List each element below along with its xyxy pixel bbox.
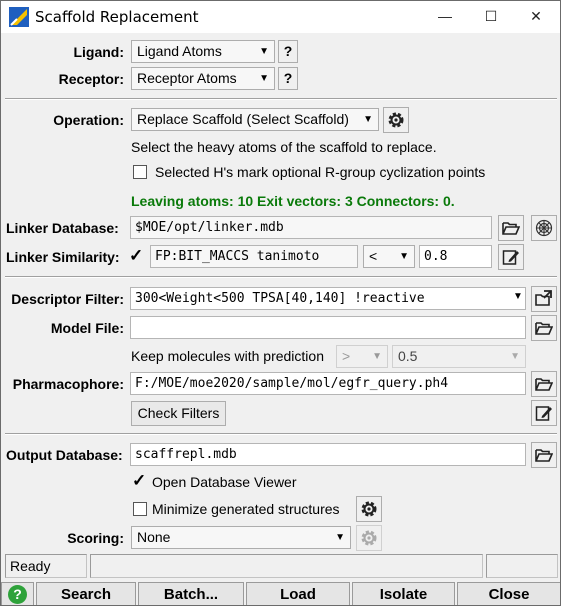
divider	[5, 98, 557, 100]
linker-database-browse-button[interactable]	[498, 215, 524, 241]
linker-network-button[interactable]	[531, 215, 557, 241]
pharmacophore-label: Pharmacophore:	[12, 376, 124, 392]
folder-arrow-icon	[535, 290, 552, 306]
operation-label: Operation:	[53, 112, 124, 128]
folder-open-icon	[535, 378, 553, 391]
chevron-down-icon: ▼	[363, 114, 373, 125]
similarity-comparator-value: <	[369, 248, 378, 264]
minimize-button[interactable]: —	[422, 1, 468, 33]
similarity-threshold-input[interactable]: 0.8	[419, 245, 492, 268]
minimize-label: Minimize generated structures	[152, 501, 340, 517]
model-file-label: Model File:	[50, 320, 124, 336]
moe-app-icon	[9, 7, 29, 27]
descriptor-filter-import-button[interactable]	[531, 286, 557, 312]
descriptor-filter-label: Descriptor Filter:	[11, 291, 124, 307]
gear-icon	[361, 501, 377, 517]
hydrogen-cyclization-checkbox[interactable]	[133, 165, 147, 179]
linker-similarity-label: Linker Similarity:	[6, 249, 120, 265]
descriptor-filter-input[interactable]: 300<Weight<500 TPSA[40,140] !reactive	[130, 287, 526, 310]
linker-similarity-checkbox[interactable]: ✓	[129, 247, 143, 264]
folder-open-icon	[535, 322, 553, 335]
help-button[interactable]: ?	[1, 582, 34, 605]
scoring-value: None	[137, 529, 171, 545]
chevron-down-icon: ▼	[510, 351, 520, 362]
model-file-input[interactable]	[130, 316, 526, 339]
minimize-checkbox[interactable]	[133, 502, 147, 516]
search-button[interactable]: Search	[36, 582, 136, 605]
gear-icon	[388, 112, 404, 128]
chevron-down-icon: ▼	[335, 532, 345, 543]
receptor-value: Receptor Atoms	[137, 70, 237, 86]
isolate-button[interactable]: Isolate	[352, 582, 455, 605]
ligand-label: Ligand:	[73, 44, 124, 60]
similarity-comparator-select[interactable]: < ▼	[363, 245, 415, 268]
load-button[interactable]: Load	[246, 582, 350, 605]
prediction-value-select[interactable]: 0.5 ▼	[392, 345, 526, 368]
operation-select[interactable]: Replace Scaffold (Select Scaffold) ▼	[131, 108, 379, 131]
open-viewer-label: Open Database Viewer	[152, 474, 297, 490]
folder-open-icon	[502, 222, 520, 235]
operation-value: Replace Scaffold (Select Scaffold)	[137, 111, 349, 127]
edit-icon	[502, 250, 519, 265]
pharmacophore-browse-button[interactable]	[531, 371, 557, 397]
gear-icon	[361, 530, 377, 546]
receptor-select[interactable]: Receptor Atoms ▼	[131, 67, 275, 90]
folder-open-icon	[535, 449, 553, 462]
chevron-down-icon: ▼	[259, 46, 269, 57]
close-window-button[interactable]: ✕	[513, 1, 559, 33]
scaffold-replacement-window: Scaffold Replacement — ☐ ✕ Ligand: Ligan…	[0, 0, 561, 606]
title-bar: Scaffold Replacement — ☐ ✕	[1, 1, 560, 33]
ligand-help-button[interactable]: ?	[278, 40, 298, 63]
output-database-browse-button[interactable]	[531, 442, 557, 468]
linker-similarity-fingerprint[interactable]: FP:BIT_MACCS tanimoto	[150, 245, 358, 268]
edit-icon	[535, 406, 552, 421]
web-icon	[535, 219, 553, 237]
pharmacophore-input[interactable]: F:/MOE/moe2020/sample/mol/egfr_query.ph4	[130, 372, 526, 395]
model-file-browse-button[interactable]	[531, 315, 557, 341]
minimize-settings-button[interactable]	[356, 496, 382, 522]
chevron-down-icon: ▼	[259, 73, 269, 84]
operation-instruction: Select the heavy atoms of the scaffold t…	[131, 139, 437, 155]
status-text: Ready	[5, 554, 87, 578]
ligand-select[interactable]: Ligand Atoms ▼	[131, 40, 275, 63]
open-viewer-checkbox[interactable]: ✓	[132, 472, 146, 489]
divider	[5, 276, 557, 278]
batch-button[interactable]: Batch...	[138, 582, 244, 605]
hydrogen-cyclization-label: Selected H's mark optional R-group cycli…	[155, 164, 486, 180]
receptor-help-button[interactable]: ?	[278, 67, 298, 90]
chevron-down-icon[interactable]: ▼	[513, 291, 523, 302]
close-button[interactable]: Close	[457, 582, 560, 605]
scoring-select[interactable]: None ▼	[131, 526, 351, 549]
linker-database-label: Linker Database:	[6, 220, 119, 236]
scoring-label: Scoring:	[67, 530, 124, 546]
operation-summary: Leaving atoms: 10 Exit vectors: 3 Connec…	[131, 193, 455, 209]
check-filters-button[interactable]: Check Filters	[131, 401, 226, 426]
chevron-down-icon: ▼	[372, 351, 382, 362]
filters-edit-button[interactable]	[531, 400, 557, 426]
linker-database-field[interactable]: $MOE/opt/linker.mdb	[130, 216, 492, 239]
output-database-label: Output Database:	[6, 447, 123, 463]
status-panel-right	[486, 554, 558, 578]
receptor-label: Receptor:	[58, 71, 124, 87]
prediction-comparator-value: >	[342, 348, 351, 364]
chevron-down-icon: ▼	[399, 251, 409, 262]
maximize-button[interactable]: ☐	[468, 1, 514, 33]
operation-settings-button[interactable]	[383, 107, 409, 133]
scoring-settings-button[interactable]	[356, 525, 382, 551]
prediction-value: 0.5	[398, 348, 418, 364]
linker-similarity-edit-button[interactable]	[498, 244, 524, 270]
window-title: Scaffold Replacement	[35, 8, 199, 26]
prediction-comparator-select[interactable]: > ▼	[336, 345, 388, 368]
output-database-input[interactable]: scaffrepl.mdb	[130, 443, 526, 466]
help-icon: ?	[8, 585, 27, 604]
divider	[5, 433, 557, 435]
status-panel	[90, 554, 483, 578]
prediction-label: Keep molecules with prediction	[131, 348, 324, 364]
ligand-value: Ligand Atoms	[137, 43, 222, 59]
